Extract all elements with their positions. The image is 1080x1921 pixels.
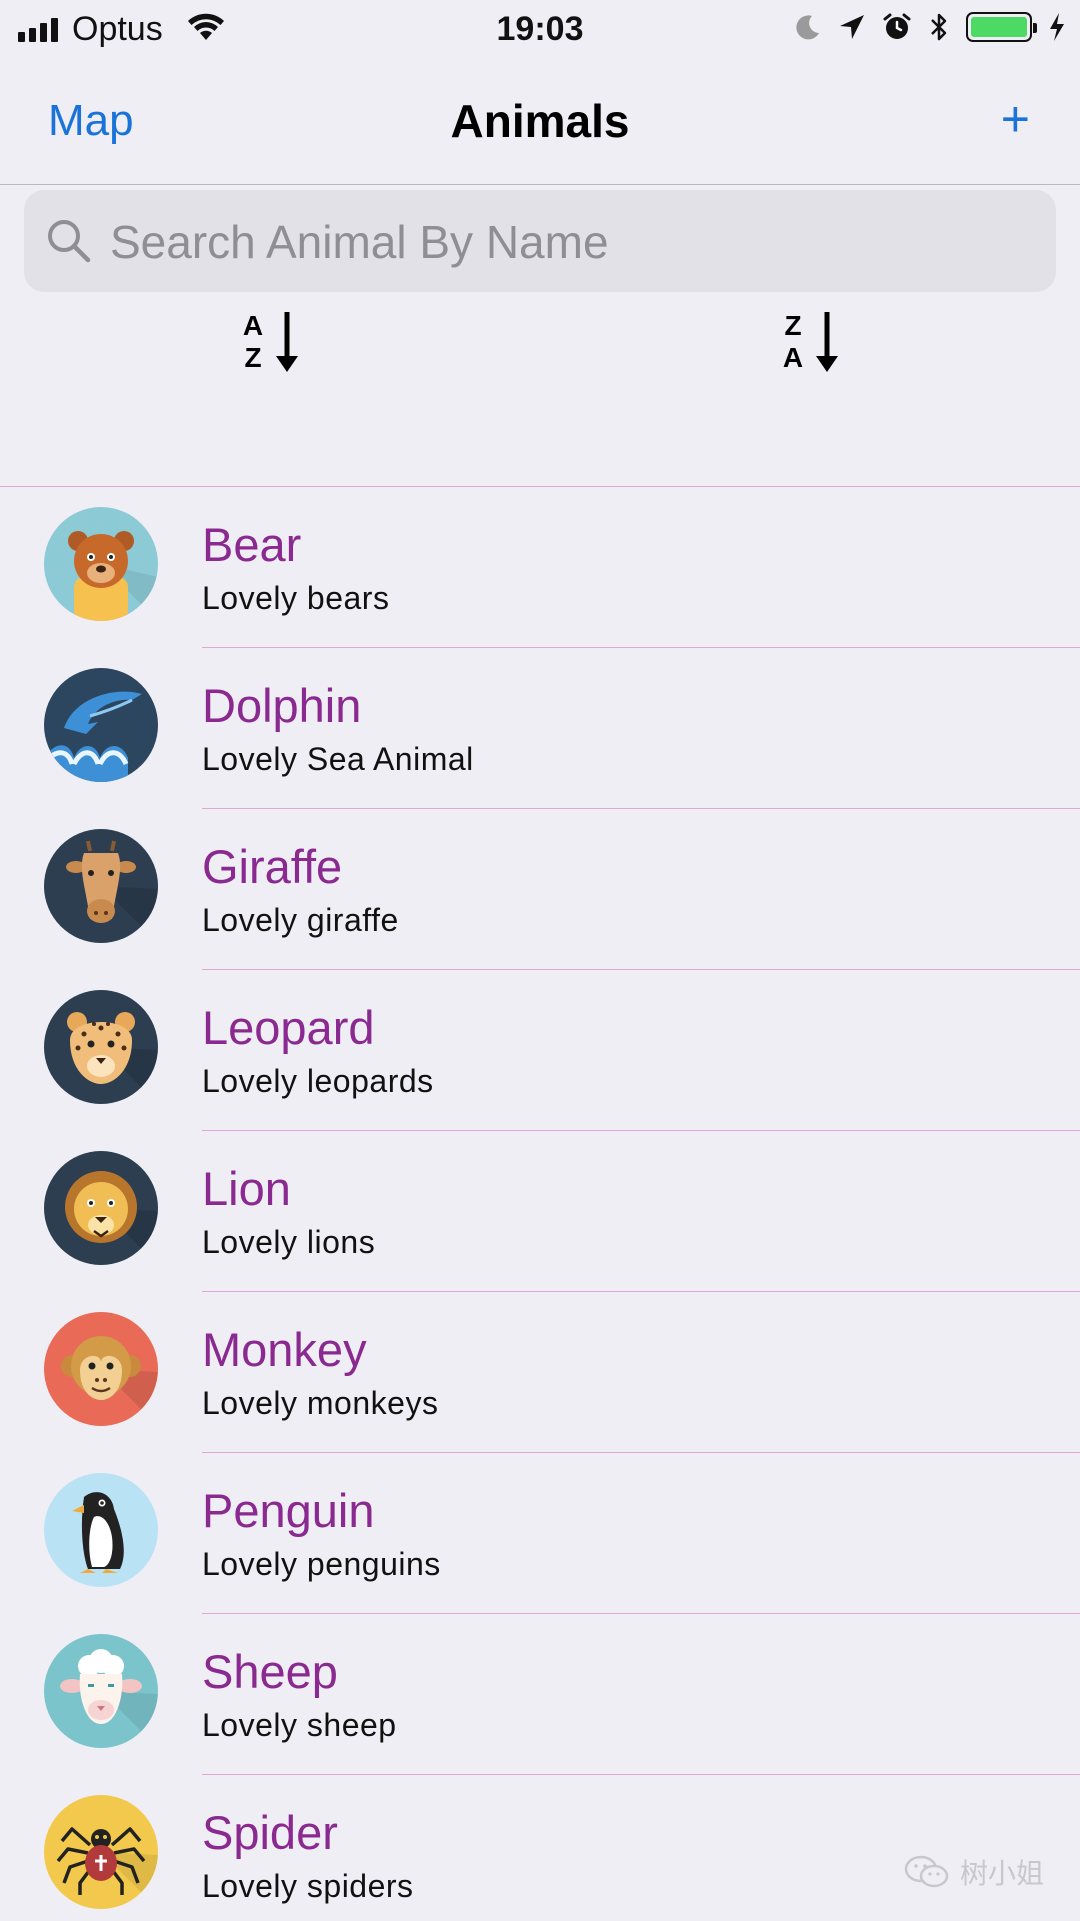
- sheep-icon: [44, 1634, 158, 1748]
- animal-subtitle: Lovely lions: [202, 1224, 376, 1260]
- status-bar: Optus 19:03: [0, 0, 1080, 60]
- watermark: 树小姐: [904, 1852, 1044, 1892]
- watermark-text: 树小姐: [959, 1858, 1044, 1889]
- sort-za-letters: Z A: [778, 310, 808, 374]
- location-arrow-icon: [840, 15, 864, 39]
- page-title: Animals: [450, 95, 630, 147]
- giraffe-icon: [44, 829, 158, 943]
- search-icon: [48, 220, 91, 263]
- sort-asc-bottom-letter: Z: [244, 342, 262, 373]
- list-item[interactable]: Bear Lovely bears: [0, 487, 1080, 648]
- animal-subtitle: Lovely sheep: [202, 1707, 397, 1743]
- list-item[interactable]: Giraffe Lovely giraffe: [0, 809, 1080, 970]
- search-bar: [24, 190, 1056, 294]
- charging-bolt-icon: [1050, 13, 1064, 41]
- animal-subtitle: Lovely Sea Animal: [202, 741, 474, 777]
- animal-name: Monkey: [202, 1323, 367, 1376]
- animal-subtitle: Lovely bears: [202, 580, 390, 616]
- animal-name: Bear: [202, 518, 302, 571]
- sort-descending-button[interactable]: Z A: [778, 308, 858, 382]
- list-item[interactable]: Penguin Lovely penguins: [0, 1453, 1080, 1614]
- lion-icon: [44, 1151, 158, 1265]
- arrow-down-icon: [276, 312, 298, 372]
- animal-name: Penguin: [202, 1484, 375, 1537]
- list-item[interactable]: Spider Lovely spiders: [0, 1775, 1080, 1921]
- list-item[interactable]: Leopard Lovely leopards: [0, 970, 1080, 1131]
- sort-asc-top-letter: A: [242, 310, 264, 341]
- animal-subtitle: Lovely spiders: [202, 1868, 414, 1904]
- alarm-icon: [883, 13, 911, 39]
- list-item[interactable]: Monkey Lovely monkeys: [0, 1292, 1080, 1453]
- status-right-icons: [794, 12, 1066, 42]
- animal-name: Dolphin: [202, 679, 362, 732]
- animal-name: Sheep: [202, 1645, 338, 1698]
- navigation-bar: Map Animals +: [0, 60, 1080, 185]
- search-input[interactable]: [108, 190, 1032, 294]
- battery-fill: [971, 17, 1027, 37]
- wechat-logo-icon: [904, 1855, 949, 1888]
- screen: Optus 19:03 Map Animals + Search Animal …: [0, 0, 1080, 1921]
- sort-desc-top-letter: Z: [784, 310, 802, 341]
- leopard-icon: [44, 990, 158, 1104]
- animal-name: Lion: [202, 1162, 291, 1215]
- animal-subtitle: Lovely penguins: [202, 1546, 441, 1582]
- penguin-icon: [44, 1473, 158, 1587]
- animal-name: Spider: [202, 1806, 338, 1859]
- sort-ascending-button[interactable]: A Z: [238, 308, 318, 382]
- animal-name: Leopard: [202, 1001, 375, 1054]
- sort-desc-bottom-letter: A: [782, 342, 804, 373]
- battery-icon: [966, 12, 1037, 42]
- add-button[interactable]: +: [1001, 90, 1030, 148]
- moon-icon: [796, 15, 819, 40]
- animal-name: Giraffe: [202, 840, 343, 893]
- spider-icon: [44, 1795, 158, 1909]
- monkey-icon: [44, 1312, 158, 1426]
- dolphin-icon: [44, 668, 158, 782]
- animal-list: Bear Lovely bears Dolphin Lovely Sea Ani…: [0, 486, 1080, 1921]
- list-item[interactable]: Dolphin Lovely Sea Animal: [0, 648, 1080, 809]
- arrow-down-icon: [816, 312, 838, 372]
- list-item[interactable]: Sheep Lovely sheep: [0, 1614, 1080, 1775]
- animal-subtitle: Lovely monkeys: [202, 1385, 439, 1421]
- animal-subtitle: Lovely giraffe: [202, 902, 399, 938]
- list-item[interactable]: Lion Lovely lions: [0, 1131, 1080, 1292]
- sort-az-letters: A Z: [238, 310, 268, 374]
- bluetooth-icon: [931, 13, 947, 41]
- bear-icon: [44, 507, 158, 621]
- animal-subtitle: Lovely leopards: [202, 1063, 434, 1099]
